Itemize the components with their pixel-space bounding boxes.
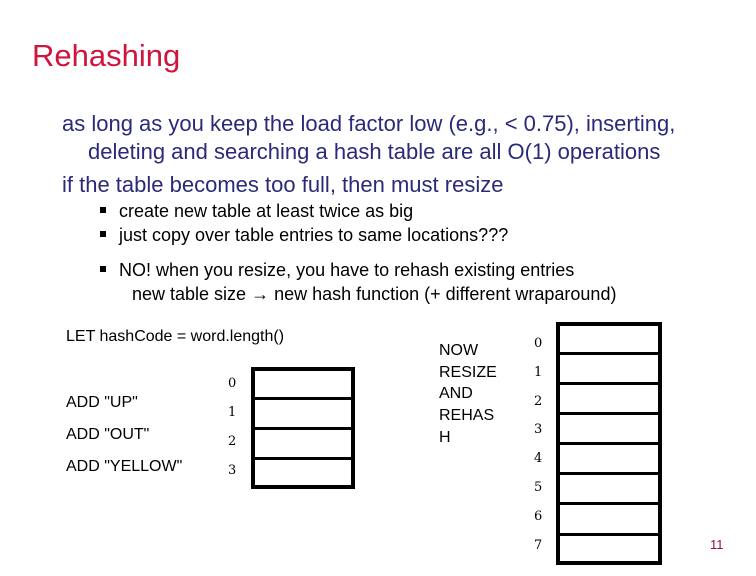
index-label: 7: [534, 538, 543, 553]
index-label: 5: [534, 480, 543, 495]
index-label: 4: [534, 451, 543, 466]
bullet-icon: [100, 231, 106, 238]
point-load-factor: as long as you keep the load factor low …: [62, 111, 676, 136]
op-add-out: ADD "OUT": [66, 426, 150, 443]
index-label: 3: [534, 422, 543, 437]
point-load-factor-cont: deleting and searching a hash table are …: [88, 139, 661, 164]
table-slot: [560, 475, 658, 505]
table-slot: [560, 385, 658, 415]
resize-label-line: H: [439, 429, 451, 446]
op-add-yellow: ADD "YELLOW": [66, 458, 183, 475]
index-label: 3: [228, 463, 237, 478]
table-slot: [560, 326, 658, 355]
index-label: 2: [534, 394, 543, 409]
subpoint-rehash: NO! when you resize, you have to rehash …: [100, 260, 574, 281]
index-label: 1: [228, 405, 237, 420]
hash-table-small: [251, 367, 355, 489]
page-number: 11: [710, 537, 724, 552]
table-slot: [560, 536, 658, 561]
table-slot: [560, 415, 658, 445]
table-slot: [255, 430, 351, 460]
subpoint-rehash-cont: new table size → new hash function (+ di…: [132, 284, 617, 304]
bullet-icon: [100, 207, 106, 214]
resize-label-line: AND: [439, 385, 473, 402]
index-label: 1: [534, 365, 543, 380]
table-slot: [255, 460, 351, 487]
index-label: 0: [534, 336, 543, 351]
op-add-up: ADD "UP": [66, 394, 138, 411]
resize-label-line: REHAS: [439, 407, 495, 424]
table-slot: [255, 400, 351, 430]
table-slot: [560, 445, 658, 475]
subpoint-text: just copy over table entries to same loc…: [119, 225, 509, 245]
table-slot: [560, 355, 658, 385]
resize-label-line: RESIZE: [439, 364, 497, 381]
subpoint-text: NO! when you resize, you have to rehash …: [119, 260, 575, 280]
bullet-icon: [100, 266, 106, 273]
subpoint-text: create new table at least twice as big: [119, 201, 414, 221]
index-label: 0: [228, 376, 237, 391]
resize-label-line: NOW: [439, 342, 479, 359]
index-label: 6: [534, 509, 543, 524]
subpoint-create: create new table at least twice as big: [100, 201, 413, 222]
slide-title: Rehashing: [32, 38, 181, 73]
hash-table-resized: [556, 322, 662, 565]
subpoint-copy: just copy over table entries to same loc…: [100, 225, 508, 246]
hashcode-heading: LET hashCode = word.length(): [66, 328, 285, 345]
index-label: 2: [228, 434, 237, 449]
point-resize: if the table becomes too full, then must…: [62, 172, 504, 197]
table-slot: [255, 371, 351, 400]
table-slot: [560, 505, 658, 536]
